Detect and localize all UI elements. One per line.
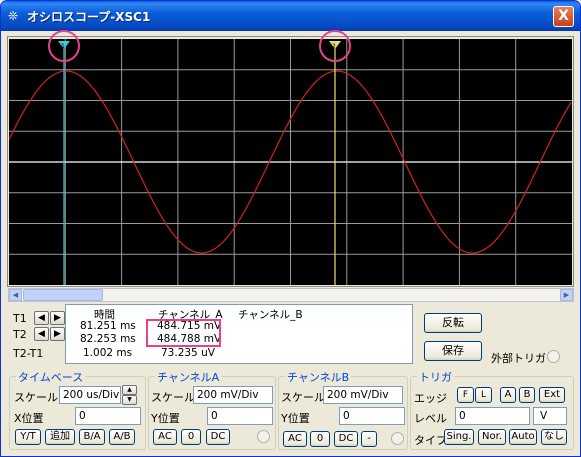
mode-yt-button[interactable]: Y/T	[15, 429, 41, 445]
channel-b-title: チャンネルB	[285, 369, 352, 385]
channel-a-scale-label: スケール	[151, 391, 195, 404]
timebase-xpos-field[interactable]: 0	[75, 407, 141, 425]
window-title: オシロスコープ-XSC1	[27, 10, 151, 24]
horizontal-scrollbar[interactable]: ◀ ▶	[8, 288, 574, 302]
header-channel-b: チャンネル_B	[238, 309, 303, 321]
oscilloscope-window: ❊ オシロスコープ-XSC1 X 1 2 ◀ ▶ T1 ◀ ▶ T2 ◀ ▶ T…	[0, 0, 581, 457]
row-1-time: 81.251 ms	[80, 320, 136, 332]
channel-a-ypos-label: Y位置	[151, 412, 180, 425]
timebase-scale-field[interactable]: 200 us/Div	[59, 386, 121, 404]
trigger-normal-button[interactable]: Nor.	[478, 429, 506, 445]
ext-trigger-terminal[interactable]	[547, 350, 560, 363]
timebase-title: タイムベース	[16, 369, 86, 385]
trigger-none-button[interactable]: なし	[541, 429, 567, 445]
channel-b-ypos-field[interactable]: 0	[339, 407, 405, 425]
channel-a-title: チャンネルA	[155, 369, 222, 385]
diff-time: 1.002 ms	[83, 347, 133, 359]
scroll-left-icon[interactable]: ◀	[9, 289, 22, 301]
t1-label: T1	[13, 312, 27, 325]
t2-label: T2	[13, 328, 27, 341]
timebase-scale-down-icon[interactable]: ▼	[122, 395, 137, 405]
t2-right-button[interactable]: ▶	[50, 327, 65, 341]
channel-a-scale-field[interactable]: 200 mV/Div	[193, 386, 273, 404]
diff-channel-a: 73.235 uV	[161, 347, 215, 359]
ext-trigger-label: 外部トリガ	[491, 352, 546, 365]
channel-a-ypos-field[interactable]: 0	[207, 407, 273, 425]
save-button[interactable]: 保存	[424, 341, 482, 361]
trigger-source-a-button[interactable]: A	[500, 387, 516, 403]
trigger-auto-button[interactable]: Auto	[509, 429, 537, 445]
channel-b-scale-label: スケール	[281, 391, 325, 404]
mode-add-button[interactable]: 追加	[45, 429, 75, 445]
channel-b-zero-button[interactable]: 0	[310, 431, 330, 447]
trigger-type-label: タイプ	[414, 434, 447, 447]
trigger-source-b-button[interactable]: B	[519, 387, 535, 403]
channel-a-ac-button[interactable]: AC	[153, 429, 177, 445]
reverse-button[interactable]: 反転	[424, 313, 482, 333]
scope-screen[interactable]: 1 2	[8, 39, 572, 285]
channel-b-terminal[interactable]	[391, 432, 404, 445]
t2-left-button[interactable]: ◀	[34, 327, 49, 341]
channel-b-scale-field[interactable]: 200 mV/Div	[323, 386, 403, 404]
cursor-2-annotation	[319, 30, 351, 62]
t1-right-button[interactable]: ▶	[50, 311, 65, 325]
channel-a-terminal[interactable]	[257, 430, 270, 443]
mode-ab-button[interactable]: A/B	[109, 429, 135, 445]
channel-b-minus-button[interactable]: -	[361, 431, 377, 447]
mode-ba-button[interactable]: B/A	[79, 429, 105, 445]
t1-left-button[interactable]: ◀	[34, 311, 49, 325]
trigger-source-ext-button[interactable]: Ext	[539, 387, 565, 403]
trigger-level-field[interactable]: 0	[455, 407, 530, 425]
trigger-title: トリガ	[417, 369, 454, 385]
trigger-edge-label: エッジ	[414, 392, 447, 405]
t2-t1-label: T2-T1	[13, 347, 44, 360]
highlight-box	[146, 319, 221, 347]
oscilloscope-icon: ❊	[8, 9, 19, 23]
title-bar[interactable]: ❊ オシロスコープ-XSC1 X	[1, 1, 580, 31]
scope-graph: 1 2	[8, 39, 572, 285]
row-2-time: 82.253 ms	[80, 333, 136, 345]
edge-rising-icon[interactable]: F	[457, 387, 474, 403]
scroll-right-icon[interactable]: ▶	[560, 289, 573, 301]
timebase-scale-label: スケール	[14, 391, 58, 404]
edge-falling-icon[interactable]: L	[475, 387, 492, 403]
trigger-single-button[interactable]: Sing.	[444, 429, 474, 445]
channel-a-zero-button[interactable]: 0	[181, 429, 201, 445]
channel-b-ypos-label: Y位置	[281, 412, 310, 425]
timebase-xpos-label: X位置	[14, 412, 44, 425]
channel-a-dc-button[interactable]: DC	[206, 429, 230, 445]
channel-b-dc-button[interactable]: DC	[334, 431, 358, 447]
trigger-level-label: レベル	[414, 412, 447, 425]
channel-b-ac-button[interactable]: AC	[283, 431, 307, 447]
timebase-scale-up-icon[interactable]: ▲	[122, 385, 137, 395]
cursor-readout-table: 時間 チャンネル_A チャンネル_B 81.251 ms 484.715 mV …	[65, 304, 413, 364]
trigger-level-unit[interactable]: V	[533, 407, 567, 425]
close-button[interactable]: X	[553, 6, 574, 27]
cursor-1-annotation	[48, 30, 80, 62]
scroll-thumb[interactable]	[23, 289, 103, 301]
